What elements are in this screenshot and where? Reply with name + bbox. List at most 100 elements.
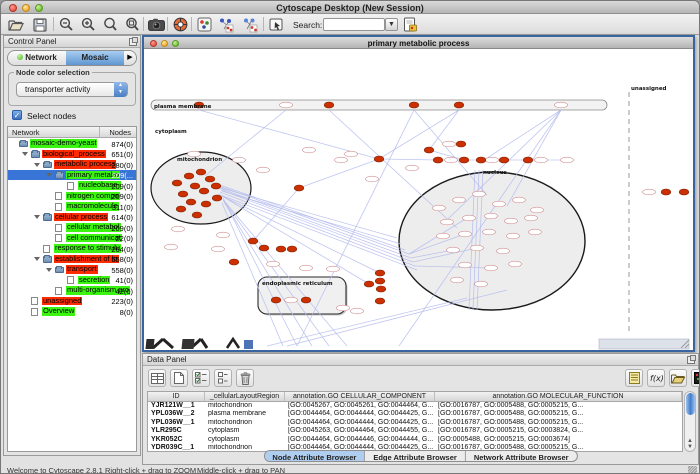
graph-node-unselected[interactable] <box>529 229 542 235</box>
scrollbar-thumb[interactable] <box>686 393 695 415</box>
expand-arrow-icon[interactable] <box>22 152 28 156</box>
tree-node-label[interactable]: cellular process <box>54 213 108 222</box>
graph-node[interactable] <box>184 173 194 179</box>
graph-node-unselected[interactable] <box>300 265 313 271</box>
zoom-out-icon[interactable] <box>57 16 75 33</box>
network-view-titlebar[interactable]: primary metabolic process <box>144 37 693 49</box>
unselect-attributes-icon[interactable] <box>214 369 232 387</box>
tree-node-label[interactable]: establishment of lo <box>54 255 119 264</box>
graph-node-unselected[interactable] <box>453 197 466 203</box>
tree-row[interactable]: primary metabo209(... <box>8 170 136 181</box>
table-column-header[interactable]: _cellularLayoutRegion <box>205 392 285 401</box>
import-attributes-icon[interactable] <box>669 369 687 387</box>
table-row[interactable]: YKR052Ccytoplasm[GO:0044464, GO:0044446,… <box>148 436 682 444</box>
graph-node[interactable] <box>301 297 311 303</box>
select-attributes-icon[interactable] <box>192 369 210 387</box>
graph-node-unselected[interactable] <box>471 245 484 251</box>
attribute-table[interactable]: ID_cellularLayoutRegionannotation.GO CEL… <box>147 391 683 452</box>
tree-row[interactable]: mosaic-demo-yeast874(0) <box>8 138 136 149</box>
tree-row[interactable]: cellular process614(0) <box>8 212 136 223</box>
tree-row[interactable]: secretion41(0) <box>8 275 136 286</box>
graph-node-unselected[interactable] <box>497 248 510 254</box>
graph-node-unselected[interactable] <box>441 219 454 225</box>
attribute-table-icon[interactable] <box>148 369 166 387</box>
graph-node-unselected[interactable] <box>172 226 185 232</box>
zoom-in-icon[interactable] <box>79 16 97 33</box>
zoom-selected-icon[interactable] <box>101 16 119 33</box>
graph-node[interactable] <box>229 259 239 265</box>
browser-tab-node[interactable]: Node Attribute Browser <box>264 451 365 461</box>
browser-tab-network[interactable]: Network Attribute Browser <box>466 451 577 461</box>
expand-arrow-icon[interactable] <box>34 257 40 261</box>
layout-organic-icon[interactable] <box>217 16 235 33</box>
graph-node[interactable] <box>172 180 182 186</box>
graph-node[interactable] <box>178 191 188 197</box>
graph-node[interactable] <box>459 157 469 163</box>
graph-node[interactable] <box>199 188 209 194</box>
graph-node[interactable] <box>424 147 434 153</box>
graph-node-unselected[interactable] <box>643 189 656 195</box>
graph-node[interactable] <box>190 183 200 189</box>
graph-node-unselected[interactable] <box>493 201 506 207</box>
tree-row[interactable]: unassigned223(0) <box>8 296 136 307</box>
graph-node-unselected[interactable] <box>459 262 472 268</box>
resize-grip[interactable] <box>688 466 697 474</box>
matrix-view-icon[interactable] <box>691 369 700 387</box>
browser-tab-edge[interactable]: Edge Attribute Browser <box>365 451 465 461</box>
table-column-header[interactable]: annotation.GO CELLULAR_COMPONENT <box>285 392 435 401</box>
graph-node-unselected[interactable] <box>505 218 518 224</box>
graph-node-unselected[interactable] <box>463 215 476 221</box>
graph-node[interactable] <box>409 102 419 108</box>
graph-node[interactable] <box>375 270 385 276</box>
search-dropdown-button[interactable]: ▼ <box>385 18 398 31</box>
tree-row[interactable]: cellular metabol209(0) <box>8 222 136 233</box>
tree-row[interactable]: nitrogen compo209(0) <box>8 191 136 202</box>
annotation-icon[interactable] <box>267 16 285 33</box>
expand-arrow-icon[interactable] <box>46 268 52 272</box>
graph-node-unselected[interactable] <box>335 157 348 163</box>
float-panel-icon[interactable] <box>129 38 137 46</box>
graph-node[interactable] <box>248 238 258 244</box>
graph-node[interactable] <box>375 298 385 304</box>
graph-node[interactable] <box>276 246 286 252</box>
table-column-header[interactable]: ID <box>148 392 205 401</box>
graph-node[interactable] <box>271 297 281 303</box>
tree-row[interactable]: biological_process651(0) <box>8 149 136 160</box>
graph-node-unselected[interactable] <box>445 157 458 163</box>
graph-node-unselected[interactable] <box>257 167 270 173</box>
graph-node-unselected[interactable] <box>459 231 472 237</box>
graph-node-unselected[interactable] <box>351 308 364 314</box>
graph-node-unselected[interactable] <box>165 244 178 250</box>
tab-mosaic[interactable]: Mosaic <box>66 51 124 65</box>
graph-node[interactable] <box>192 212 202 218</box>
graph-node-unselected[interactable] <box>475 281 488 287</box>
data-panel-float-icon[interactable] <box>687 356 695 364</box>
tree-row[interactable]: macromolecule311(0) <box>8 201 136 212</box>
tree-row[interactable]: Overview8(0) <box>8 306 136 317</box>
save-icon[interactable] <box>31 16 49 33</box>
graph-node-unselected[interactable] <box>337 305 350 311</box>
graph-node[interactable] <box>433 157 443 163</box>
search-input[interactable] <box>323 18 385 31</box>
graph-node[interactable] <box>364 281 374 287</box>
function-builder-icon[interactable]: f(x) <box>647 369 665 387</box>
graph-node-unselected[interactable] <box>473 191 486 197</box>
import-table-icon[interactable] <box>401 16 419 33</box>
graph-node-unselected[interactable] <box>327 266 340 272</box>
graph-node-unselected[interactable] <box>507 233 520 239</box>
graph-node[interactable] <box>375 278 385 284</box>
scrollbar-arrows[interactable]: ▲▼ <box>685 438 695 450</box>
attribute-editor-icon[interactable] <box>625 369 643 387</box>
tree-node-label[interactable]: metabolic process <box>54 160 116 169</box>
graph-node[interactable] <box>294 185 304 191</box>
graph-node[interactable] <box>523 157 533 163</box>
graph-node-unselected[interactable] <box>280 102 293 108</box>
graph-node[interactable] <box>176 206 186 212</box>
expand-arrow-icon[interactable] <box>34 163 40 167</box>
graph-node-unselected[interactable] <box>485 213 498 219</box>
graph-node[interactable] <box>205 176 215 182</box>
graph-node[interactable] <box>186 199 196 205</box>
tab-network[interactable]: Network <box>8 51 66 65</box>
graph-node-unselected[interactable] <box>447 247 460 253</box>
tree-row[interactable]: metabolic process280(0) <box>8 159 136 170</box>
